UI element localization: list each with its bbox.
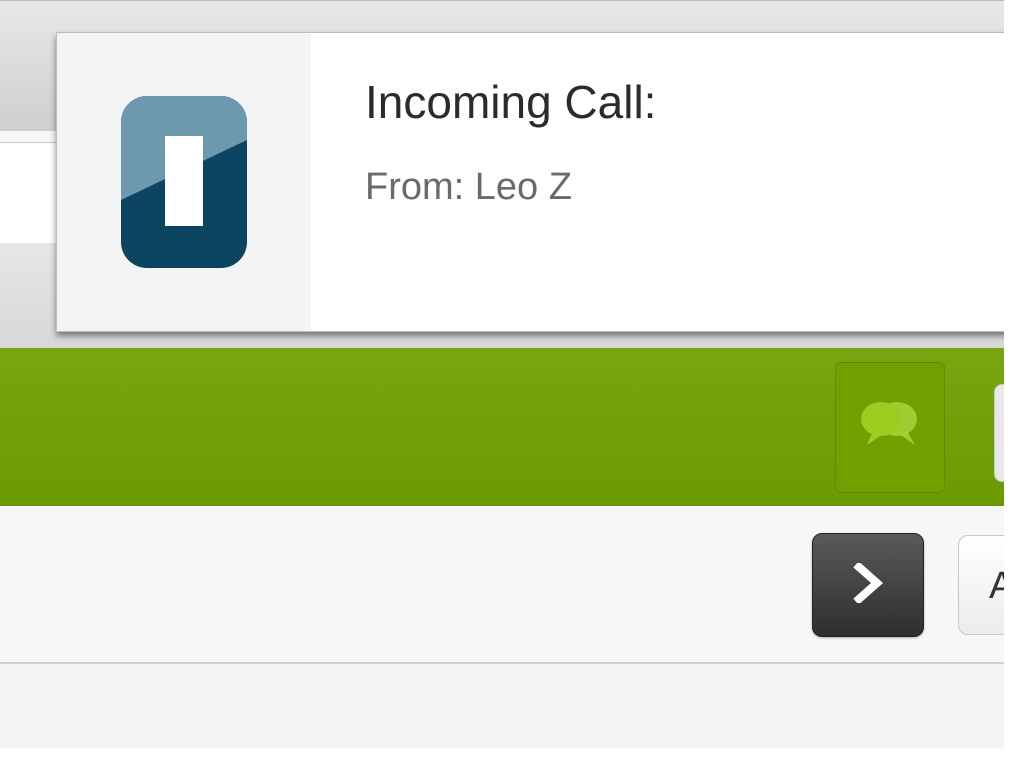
content-area	[0, 664, 1004, 748]
notification-caller: From: Leo Z	[365, 166, 572, 208]
next-button[interactable]	[812, 533, 924, 637]
chat-button[interactable]	[835, 362, 945, 493]
browser-viewport: A Incoming Call: F	[0, 0, 1004, 748]
notification-title: Incoming Call:	[365, 76, 657, 128]
partial-button-label: A	[989, 565, 1004, 607]
header-side-button[interactable]	[994, 384, 1004, 482]
chat-bubbles-icon	[857, 397, 923, 458]
chevron-right-icon	[851, 560, 885, 608]
partial-button[interactable]: A	[958, 535, 1004, 635]
notification-icon-panel	[57, 33, 311, 331]
incoming-call-notification[interactable]: Incoming Call: From: Leo Z	[56, 32, 1004, 332]
app-logo-icon	[121, 96, 247, 268]
